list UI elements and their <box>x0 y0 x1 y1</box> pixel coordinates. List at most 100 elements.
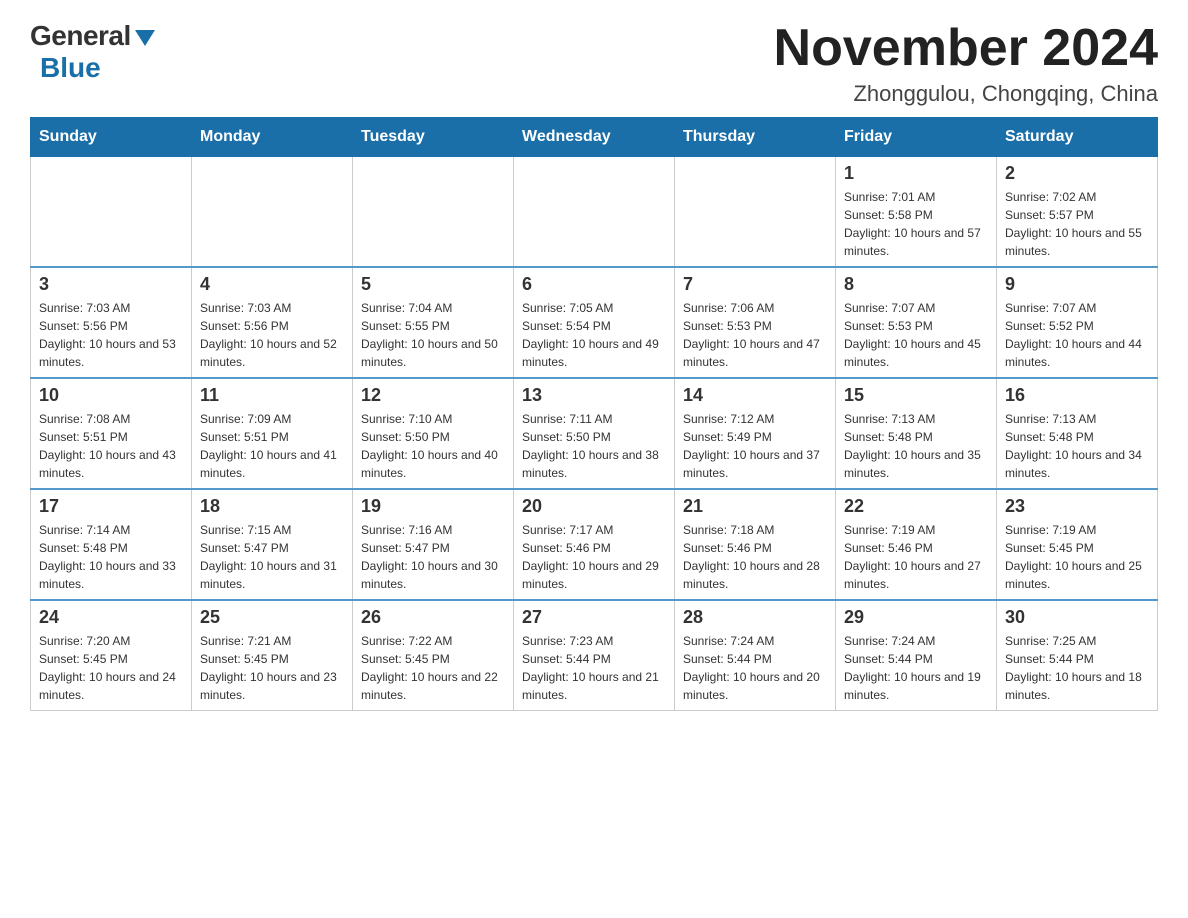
day-info: Sunrise: 7:08 AMSunset: 5:51 PMDaylight:… <box>39 410 183 482</box>
calendar-cell: 24 Sunrise: 7:20 AMSunset: 5:45 PMDayligh… <box>31 600 192 711</box>
day-number: 29 <box>844 607 988 628</box>
day-info: Sunrise: 7:07 AMSunset: 5:53 PMDaylight:… <box>844 299 988 371</box>
day-info: Sunrise: 7:23 AMSunset: 5:44 PMDaylight:… <box>522 632 666 704</box>
day-info: Sunrise: 7:13 AMSunset: 5:48 PMDaylight:… <box>1005 410 1149 482</box>
day-number: 22 <box>844 496 988 517</box>
calendar-cell: 18 Sunrise: 7:15 AMSunset: 5:47 PMDayligh… <box>192 489 353 600</box>
day-info: Sunrise: 7:09 AMSunset: 5:51 PMDaylight:… <box>200 410 344 482</box>
weekday-header-sunday: Sunday <box>31 118 192 157</box>
day-number: 7 <box>683 274 827 295</box>
day-info: Sunrise: 7:13 AMSunset: 5:48 PMDaylight:… <box>844 410 988 482</box>
day-info: Sunrise: 7:04 AMSunset: 5:55 PMDaylight:… <box>361 299 505 371</box>
logo-general-text: General <box>30 20 131 52</box>
day-info: Sunrise: 7:22 AMSunset: 5:45 PMDaylight:… <box>361 632 505 704</box>
day-number: 14 <box>683 385 827 406</box>
title-section: November 2024 Zhonggulou, Chongqing, Chi… <box>774 20 1158 107</box>
day-number: 12 <box>361 385 505 406</box>
day-number: 8 <box>844 274 988 295</box>
calendar-cell: 9 Sunrise: 7:07 AMSunset: 5:52 PMDaylight… <box>997 267 1158 378</box>
weekday-header-wednesday: Wednesday <box>514 118 675 157</box>
day-info: Sunrise: 7:07 AMSunset: 5:52 PMDaylight:… <box>1005 299 1149 371</box>
day-info: Sunrise: 7:19 AMSunset: 5:46 PMDaylight:… <box>844 521 988 593</box>
calendar-cell: 16 Sunrise: 7:13 AMSunset: 5:48 PMDayligh… <box>997 378 1158 489</box>
calendar-cell: 5 Sunrise: 7:04 AMSunset: 5:55 PMDaylight… <box>353 267 514 378</box>
day-info: Sunrise: 7:18 AMSunset: 5:46 PMDaylight:… <box>683 521 827 593</box>
day-number: 10 <box>39 385 183 406</box>
calendar-week-row: 10 Sunrise: 7:08 AMSunset: 5:51 PMDayligh… <box>31 378 1158 489</box>
logo-triangle-icon <box>135 30 155 46</box>
calendar-cell: 7 Sunrise: 7:06 AMSunset: 5:53 PMDaylight… <box>675 267 836 378</box>
calendar-cell: 3 Sunrise: 7:03 AMSunset: 5:56 PMDaylight… <box>31 267 192 378</box>
day-info: Sunrise: 7:02 AMSunset: 5:57 PMDaylight:… <box>1005 188 1149 260</box>
day-info: Sunrise: 7:14 AMSunset: 5:48 PMDaylight:… <box>39 521 183 593</box>
calendar-cell <box>514 157 675 268</box>
day-info: Sunrise: 7:20 AMSunset: 5:45 PMDaylight:… <box>39 632 183 704</box>
calendar-cell: 4 Sunrise: 7:03 AMSunset: 5:56 PMDaylight… <box>192 267 353 378</box>
calendar-cell <box>675 157 836 268</box>
day-number: 9 <box>1005 274 1149 295</box>
calendar-cell <box>192 157 353 268</box>
day-number: 15 <box>844 385 988 406</box>
calendar-week-row: 1 Sunrise: 7:01 AMSunset: 5:58 PMDaylight… <box>31 157 1158 268</box>
day-number: 24 <box>39 607 183 628</box>
day-number: 17 <box>39 496 183 517</box>
calendar-cell: 22 Sunrise: 7:19 AMSunset: 5:46 PMDayligh… <box>836 489 997 600</box>
calendar-cell: 6 Sunrise: 7:05 AMSunset: 5:54 PMDaylight… <box>514 267 675 378</box>
calendar-table: SundayMondayTuesdayWednesdayThursdayFrid… <box>30 117 1158 711</box>
calendar-cell: 27 Sunrise: 7:23 AMSunset: 5:44 PMDayligh… <box>514 600 675 711</box>
location-title: Zhonggulou, Chongqing, China <box>774 81 1158 107</box>
day-number: 1 <box>844 163 988 184</box>
calendar-cell: 1 Sunrise: 7:01 AMSunset: 5:58 PMDaylight… <box>836 157 997 268</box>
day-number: 11 <box>200 385 344 406</box>
calendar-cell: 14Sunrise: 7:12 AMSunset: 5:49 PMDayligh… <box>675 378 836 489</box>
day-info: Sunrise: 7:01 AMSunset: 5:58 PMDaylight:… <box>844 188 988 260</box>
day-info: Sunrise: 7:15 AMSunset: 5:47 PMDaylight:… <box>200 521 344 593</box>
page-header: General Blue November 2024 Zhonggulou, C… <box>30 20 1158 107</box>
weekday-header-tuesday: Tuesday <box>353 118 514 157</box>
day-number: 18 <box>200 496 344 517</box>
day-number: 19 <box>361 496 505 517</box>
day-info: Sunrise: 7:21 AMSunset: 5:45 PMDaylight:… <box>200 632 344 704</box>
day-info: Sunrise: 7:24 AMSunset: 5:44 PMDaylight:… <box>844 632 988 704</box>
day-number: 6 <box>522 274 666 295</box>
day-info: Sunrise: 7:19 AMSunset: 5:45 PMDaylight:… <box>1005 521 1149 593</box>
day-info: Sunrise: 7:03 AMSunset: 5:56 PMDaylight:… <box>39 299 183 371</box>
calendar-cell: 15 Sunrise: 7:13 AMSunset: 5:48 PMDayligh… <box>836 378 997 489</box>
day-info: Sunrise: 7:06 AMSunset: 5:53 PMDaylight:… <box>683 299 827 371</box>
weekday-header-monday: Monday <box>192 118 353 157</box>
day-number: 26 <box>361 607 505 628</box>
calendar-cell: 12 Sunrise: 7:10 AMSunset: 5:50 PMDayligh… <box>353 378 514 489</box>
logo-blue-text: Blue <box>40 52 101 84</box>
calendar-cell: 26 Sunrise: 7:22 AMSunset: 5:45 PMDayligh… <box>353 600 514 711</box>
day-info: Sunrise: 7:05 AMSunset: 5:54 PMDaylight:… <box>522 299 666 371</box>
calendar-cell: 8 Sunrise: 7:07 AMSunset: 5:53 PMDaylight… <box>836 267 997 378</box>
day-number: 13 <box>522 385 666 406</box>
calendar-cell: 29 Sunrise: 7:24 AMSunset: 5:44 PMDayligh… <box>836 600 997 711</box>
calendar-cell: 10 Sunrise: 7:08 AMSunset: 5:51 PMDayligh… <box>31 378 192 489</box>
calendar-cell: 28Sunrise: 7:24 AMSunset: 5:44 PMDayligh… <box>675 600 836 711</box>
calendar-cell: 21 Sunrise: 7:18 AMSunset: 5:46 PMDayligh… <box>675 489 836 600</box>
calendar-cell: 19Sunrise: 7:16 AMSunset: 5:47 PMDayligh… <box>353 489 514 600</box>
day-info: Sunrise: 7:03 AMSunset: 5:56 PMDaylight:… <box>200 299 344 371</box>
day-number: 4 <box>200 274 344 295</box>
day-info: Sunrise: 7:25 AMSunset: 5:44 PMDaylight:… <box>1005 632 1149 704</box>
calendar-cell: 30Sunrise: 7:25 AMSunset: 5:44 PMDayligh… <box>997 600 1158 711</box>
day-number: 5 <box>361 274 505 295</box>
day-number: 3 <box>39 274 183 295</box>
calendar-cell: 25 Sunrise: 7:21 AMSunset: 5:45 PMDayligh… <box>192 600 353 711</box>
calendar-cell: 20Sunrise: 7:17 AMSunset: 5:46 PMDayligh… <box>514 489 675 600</box>
day-number: 16 <box>1005 385 1149 406</box>
month-title: November 2024 <box>774 20 1158 77</box>
day-number: 27 <box>522 607 666 628</box>
day-number: 21 <box>683 496 827 517</box>
day-number: 25 <box>200 607 344 628</box>
day-info: Sunrise: 7:24 AMSunset: 5:44 PMDaylight:… <box>683 632 827 704</box>
day-number: 20 <box>522 496 666 517</box>
calendar-cell <box>31 157 192 268</box>
calendar-week-row: 3 Sunrise: 7:03 AMSunset: 5:56 PMDaylight… <box>31 267 1158 378</box>
calendar-cell: 23Sunrise: 7:19 AMSunset: 5:45 PMDayligh… <box>997 489 1158 600</box>
day-info: Sunrise: 7:10 AMSunset: 5:50 PMDaylight:… <box>361 410 505 482</box>
weekday-header-thursday: Thursday <box>675 118 836 157</box>
calendar-cell: 17 Sunrise: 7:14 AMSunset: 5:48 PMDayligh… <box>31 489 192 600</box>
calendar-cell: 2Sunrise: 7:02 AMSunset: 5:57 PMDaylight… <box>997 157 1158 268</box>
